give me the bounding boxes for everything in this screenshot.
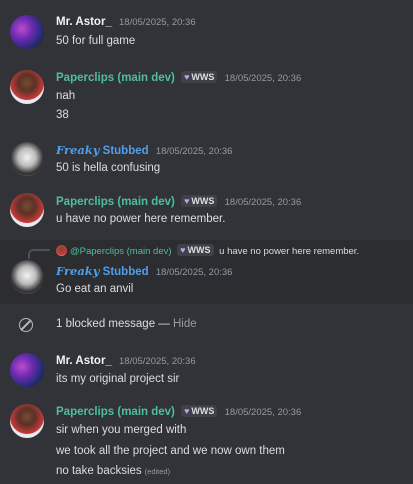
hide-link[interactable]: Hide xyxy=(173,318,197,330)
author-name-styled[interactable]: Freaky xyxy=(56,264,99,278)
reply-avatar xyxy=(56,245,67,256)
message-text: 38 xyxy=(56,109,69,121)
blocked-label: 1 blocked message — xyxy=(56,318,173,330)
avatar[interactable] xyxy=(10,142,44,176)
message-text: its my original project sir xyxy=(56,373,180,385)
avatar[interactable] xyxy=(10,353,44,387)
timestamp: 18/05/2025, 20:36 xyxy=(224,407,302,418)
server-tag[interactable]: ♥ WWS xyxy=(181,195,218,207)
server-tag[interactable]: ♥ WWS xyxy=(181,405,218,417)
author-name[interactable]: Stubbed xyxy=(103,266,149,278)
message: Freaky Stubbed 18/05/2025, 20:36 50 is h… xyxy=(0,132,413,185)
blocked-icon xyxy=(19,318,33,332)
timestamp: 18/05/2025, 20:36 xyxy=(119,356,196,367)
message-text: nah xyxy=(56,90,76,102)
message: Mr. Astor_ 18/05/2025, 20:36 its my orig… xyxy=(0,346,413,400)
author-name[interactable]: Mr. Astor_ xyxy=(56,355,112,367)
message: Paperclips (main dev) ♥ WWS 18/05/2025, 2… xyxy=(0,400,413,484)
timestamp: 18/05/2025, 20:36 xyxy=(119,17,196,28)
timestamp: 18/05/2025, 20:36 xyxy=(224,73,302,84)
author-name[interactable]: Mr. Astor_ xyxy=(56,16,112,28)
timestamp: 18/05/2025, 20:36 xyxy=(224,197,302,208)
message-reply: @Paperclips (main dev) ♥ WWS u have no po… xyxy=(0,240,413,304)
message-text: u have no power here remember. xyxy=(56,213,226,225)
heart-icon: ♥ xyxy=(184,72,190,82)
message-text: 50 for full game xyxy=(56,35,136,47)
message: Mr. Astor_ 18/05/2025, 20:36 50 for full… xyxy=(0,0,413,62)
author-name[interactable]: Paperclips (main dev) xyxy=(56,406,175,418)
server-tag[interactable]: ♥ WWS xyxy=(181,71,218,83)
message-text: no take backsies (edited) xyxy=(56,465,170,477)
message: Paperclips (main dev) ♥ WWS 18/05/2025, 2… xyxy=(0,185,413,240)
avatar[interactable] xyxy=(10,193,44,227)
message-text-segment: no take backsies xyxy=(56,465,142,477)
reply-spine xyxy=(28,249,50,259)
heart-icon: ♥ xyxy=(184,406,190,416)
avatar[interactable] xyxy=(10,260,44,294)
server-tag: ♥ WWS xyxy=(177,244,214,256)
heart-icon: ♥ xyxy=(180,245,186,255)
message-text: Go eat an anvil xyxy=(56,283,134,295)
reply-preview[interactable]: @Paperclips (main dev) ♥ WWS u have no po… xyxy=(56,244,359,257)
author-name[interactable]: Stubbed xyxy=(103,145,149,157)
edited-label: (edited) xyxy=(144,467,171,476)
message-text: 50 is hella confusing xyxy=(56,162,161,174)
message-text: sir when you merged with xyxy=(56,424,187,436)
message-text: we took all the project and we now own t… xyxy=(56,445,285,457)
avatar[interactable] xyxy=(10,70,44,104)
avatar[interactable] xyxy=(10,15,44,49)
heart-icon: ♥ xyxy=(184,196,190,206)
timestamp: 18/05/2025, 20:36 xyxy=(155,146,233,157)
avatar[interactable] xyxy=(10,404,44,438)
author-name[interactable]: Paperclips (main dev) xyxy=(56,196,175,208)
timestamp: 18/05/2025, 20:36 xyxy=(155,267,233,278)
author-name[interactable]: Paperclips (main dev) xyxy=(56,72,175,84)
author-name-styled[interactable]: Freaky xyxy=(56,143,99,157)
message: Paperclips (main dev) ♥ WWS 18/05/2025, 2… xyxy=(0,62,413,132)
blocked-message-row: 1 blocked message — Hide xyxy=(0,304,413,346)
